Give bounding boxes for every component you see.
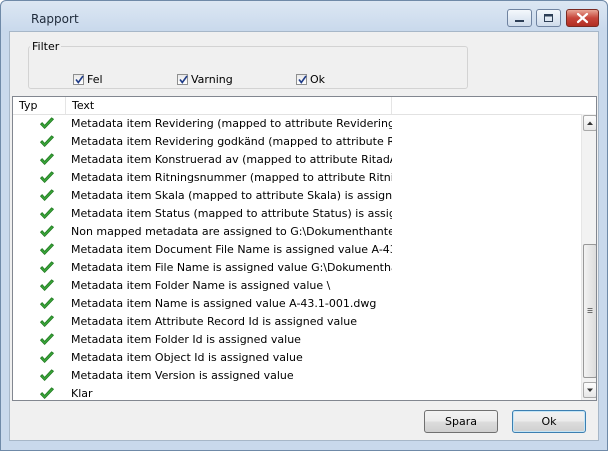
table-row[interactable]: Metadata item Revidering (mapped to attr… [13, 115, 581, 133]
green-check-icon [39, 333, 55, 347]
table-row[interactable]: Metadata item Skala (mapped to attribute… [13, 187, 581, 205]
table-row[interactable]: Metadata item Revidering godkänd (mapped… [13, 133, 581, 151]
table-row[interactable]: Metadata item Attribute Record Id is ass… [13, 313, 581, 331]
row-text: Metadata item Status (mapped to attribut… [71, 207, 392, 220]
minimize-icon [515, 20, 524, 22]
filter-fel-label: Fel [87, 72, 103, 86]
row-text: Metadata item Document File Name is assi… [71, 243, 392, 256]
filter-ok-label: Ok [310, 72, 326, 86]
table-row[interactable]: Metadata item Ritningsnummer (mapped to … [13, 169, 581, 187]
table-row[interactable]: Klar [13, 385, 581, 400]
minimize-button[interactable] [507, 9, 532, 27]
table-row[interactable]: Metadata item Folder Name is assigned va… [13, 277, 581, 295]
green-check-icon [39, 315, 55, 329]
list-header: Typ Text [13, 97, 596, 115]
green-check-icon [39, 117, 55, 131]
green-check-icon [39, 261, 55, 275]
row-text: Metadata item Revidering godkänd (mapped… [71, 135, 392, 148]
green-check-icon [39, 225, 55, 239]
close-icon [576, 12, 589, 24]
table-row[interactable]: Non mapped metadata are assigned to G:\D… [13, 223, 581, 241]
green-check-icon [39, 135, 55, 149]
table-row[interactable]: Metadata item Folder Id is assigned valu… [13, 331, 581, 349]
scroll-thumb[interactable] [583, 244, 596, 378]
row-text: Metadata item Attribute Record Id is ass… [71, 315, 358, 328]
row-text: Metadata item Ritningsnummer (mapped to … [71, 171, 392, 184]
column-header-text[interactable]: Text [66, 97, 392, 114]
checkmark-icon [179, 75, 188, 84]
checkbox-box[interactable] [177, 73, 188, 85]
checkbox-box[interactable] [73, 73, 84, 85]
ok-button[interactable]: Ok [512, 410, 586, 433]
table-row[interactable]: Metadata item Konstruerad av (mapped to … [13, 151, 581, 169]
row-text: Metadata item File Name is assigned valu… [71, 261, 392, 274]
table-row[interactable]: Metadata item File Name is assigned valu… [13, 259, 581, 277]
green-check-icon [39, 243, 55, 257]
green-check-icon [39, 369, 55, 383]
row-text: Metadata item Version is assigned value [71, 369, 294, 382]
table-row[interactable]: Metadata item Status (mapped to attribut… [13, 205, 581, 223]
grip-icon [587, 308, 593, 313]
table-row[interactable]: Metadata item Name is assigned value A-4… [13, 295, 581, 313]
green-check-icon [39, 351, 55, 365]
title-bar[interactable]: Rapport [1, 1, 607, 31]
green-check-icon [39, 153, 55, 167]
filter-ok-checkbox[interactable]: Ok [296, 72, 325, 86]
green-check-icon [39, 279, 55, 293]
dialog-body: Fel Varning Ok Filter Typ Text Metadata [9, 31, 599, 441]
window-title: Rapport [31, 12, 79, 26]
save-button[interactable]: Spara [424, 410, 498, 433]
row-text: Non mapped metadata are assigned to G:\D… [71, 225, 392, 238]
row-text: Metadata item Revidering (mapped to attr… [71, 117, 392, 130]
scroll-up-button[interactable] [583, 115, 596, 131]
checkbox-box[interactable] [296, 73, 307, 85]
row-text: Metadata item Object Id is assigned valu… [71, 351, 303, 364]
row-text: Metadata item Name is assigned value A-4… [71, 297, 377, 310]
checkmark-icon [75, 75, 84, 84]
filter-groupbox: Fel Varning Ok [28, 46, 468, 89]
table-row[interactable]: Metadata item Object Id is assigned valu… [13, 349, 581, 367]
table-row[interactable]: Metadata item Document File Name is assi… [13, 241, 581, 259]
column-header-typ[interactable]: Typ [13, 97, 66, 114]
scroll-down-button[interactable] [583, 382, 596, 398]
row-text: Metadata item Skala (mapped to attribute… [71, 189, 392, 202]
checkmark-icon [298, 75, 307, 84]
list-rows: Metadata item Revidering (mapped to attr… [13, 115, 581, 400]
filter-varning-label: Varning [191, 72, 233, 86]
green-check-icon [39, 387, 55, 400]
table-row[interactable]: Metadata item Version is assigned value [13, 367, 581, 385]
vertical-scrollbar[interactable] [581, 114, 596, 400]
maximize-button[interactable] [536, 9, 561, 27]
filter-group-title: Filter [30, 40, 62, 53]
filter-fel-checkbox[interactable]: Fel [73, 72, 103, 86]
arrow-down-icon [587, 388, 593, 392]
filter-varning-checkbox[interactable]: Varning [177, 72, 233, 86]
green-check-icon [39, 189, 55, 203]
green-check-icon [39, 171, 55, 185]
arrow-up-icon [587, 121, 593, 125]
row-text: Metadata item Folder Name is assigned va… [71, 279, 331, 292]
row-text: Metadata item Folder Id is assigned valu… [71, 333, 301, 346]
rapport-window: Rapport Fel Varning Ok Filter Typ Text M… [0, 0, 608, 451]
green-check-icon [39, 297, 55, 311]
maximize-icon [544, 14, 553, 22]
green-check-icon [39, 207, 55, 221]
close-button[interactable] [566, 9, 599, 27]
row-text: Metadata item Konstruerad av (mapped to … [71, 153, 392, 166]
report-listview[interactable]: Typ Text Metadata item Revidering (mappe… [12, 96, 597, 401]
row-text: Klar [71, 387, 93, 400]
